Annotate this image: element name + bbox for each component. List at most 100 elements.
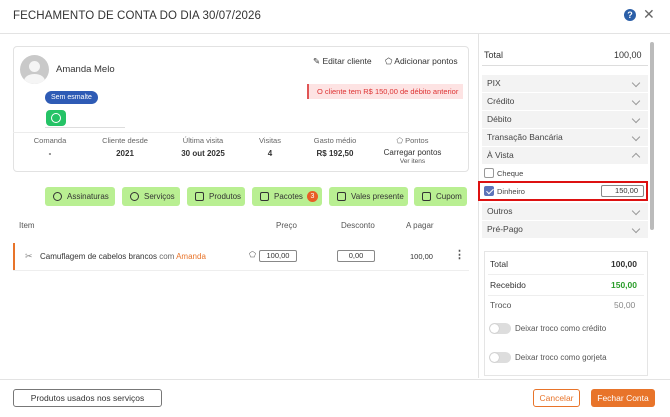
tag-icon: ⬠ [385, 56, 393, 66]
summary-total-value: 100,00 [611, 259, 637, 269]
chevron-down-icon [631, 78, 641, 88]
cheque-label: Cheque [497, 169, 524, 178]
payment-method-cash[interactable]: À Vista [482, 147, 648, 164]
cancel-button[interactable]: Cancelar [533, 389, 580, 407]
stat-comanda: Comanda - [25, 136, 75, 158]
service-name: Camuflagem de cabelos brancos [40, 252, 157, 261]
scissors-icon [130, 192, 139, 201]
summary-change-value: 50,00 [614, 300, 636, 310]
stat-label: Gasto médio [313, 136, 357, 145]
column-header-item: Item [19, 221, 35, 230]
stat-label: Comanda [33, 136, 67, 145]
add-points-label: Adicionar pontos [394, 56, 458, 66]
load-points-link[interactable]: Carregar pontos [375, 148, 450, 157]
price-tag-icon[interactable]: ⬠ [249, 250, 256, 259]
stat-visits: Visitas 4 [250, 136, 290, 158]
chevron-down-icon [631, 132, 641, 142]
stat-value: R$ 192,50 [316, 149, 354, 158]
category-packages-button[interactable]: Pacotes 3 [252, 187, 322, 206]
price-input[interactable]: 100,00 [259, 250, 297, 262]
avatar [20, 55, 49, 84]
bottle-icon [195, 192, 204, 201]
stat-value: 30 out 2025 [181, 149, 225, 158]
change-as-credit-toggle[interactable] [489, 323, 511, 334]
summary-divider [488, 274, 644, 275]
category-label: Assinaturas [67, 192, 109, 201]
close-account-button[interactable]: Fechar Conta [591, 389, 655, 407]
stat-label: Visitas [259, 136, 281, 145]
stat-value: - [48, 149, 52, 158]
help-icon[interactable]: ? [624, 9, 636, 21]
category-label: Produtos [209, 192, 242, 201]
modal-title: FECHAMENTO DE CONTA DO DIA 30/07/2026 [13, 10, 262, 22]
stat-points[interactable]: ⬠ Pontos Carregar pontos Ver itens [375, 136, 450, 165]
payment-method-others[interactable]: Outros [482, 203, 648, 220]
edit-client-label: Editar cliente [322, 56, 372, 66]
stat-value: 2021 [116, 149, 134, 158]
scissors-icon: ✂ [25, 251, 33, 261]
phone-underline [45, 127, 125, 128]
change-as-tip-toggle[interactable] [489, 352, 511, 363]
selected-option-highlight [478, 181, 648, 201]
ticket-icon [422, 192, 431, 201]
stat-last-visit: Última visita 30 out 2025 [172, 136, 234, 158]
row-divider [13, 270, 469, 271]
stat-average-spend: Gasto médio R$ 192,50 [305, 136, 365, 158]
item-description: Camuflagem de cabelos brancos com Amanda [40, 252, 206, 261]
check-circle-icon [53, 192, 62, 201]
category-gift-vouchers-button[interactable]: Vales presente [329, 187, 408, 206]
view-items-link[interactable]: Ver itens [375, 158, 450, 165]
scrollbar[interactable] [650, 42, 654, 230]
panel-divider [478, 33, 479, 378]
edit-client-button[interactable]: ✎ Editar cliente [313, 56, 372, 67]
summary-received-value: 150,00 [611, 280, 637, 290]
summary-received-label: Recebido [490, 280, 526, 290]
payment-method-bank-transfer[interactable]: Transação Bancária [482, 129, 648, 146]
category-services-button[interactable]: Serviços [122, 187, 180, 206]
cheque-checkbox[interactable] [484, 168, 494, 178]
category-label: Vales presente [351, 192, 404, 201]
debt-alert: O cliente tem R$ 150,00 de débito anteri… [307, 84, 463, 99]
column-header-to-pay: A pagar [406, 221, 434, 230]
category-subscriptions-button[interactable]: Assinaturas [45, 187, 115, 206]
with-connector: com [159, 252, 175, 261]
summary-change-label: Troco [490, 300, 512, 310]
close-icon[interactable]: ✕ [643, 7, 655, 21]
category-products-button[interactable]: Produtos [187, 187, 245, 206]
chevron-down-icon [631, 206, 641, 216]
column-header-price: Preço [276, 221, 297, 230]
add-points-button[interactable]: ⬠ Adicionar pontos [385, 56, 458, 67]
item-total: 100,00 [410, 252, 433, 261]
footer-divider [0, 379, 670, 380]
discount-input[interactable]: 0,00 [337, 250, 375, 262]
stat-label: Cliente desde [102, 136, 148, 145]
chevron-down-icon [631, 114, 641, 124]
chevron-up-icon [631, 152, 641, 162]
category-label: Pacotes [274, 192, 303, 201]
change-as-credit-label: Deixar troco como crédito [515, 324, 607, 333]
professional-name[interactable]: Amanda [176, 252, 206, 261]
header-divider [0, 33, 670, 34]
whatsapp-icon[interactable] [46, 110, 66, 126]
payment-method-prepaid[interactable]: Pré-Pago [482, 221, 648, 238]
products-used-button[interactable]: Produtos usados nos serviços [13, 389, 162, 407]
payment-method-pix[interactable]: PIX [482, 75, 648, 92]
client-name: Amanda Melo [56, 64, 115, 75]
category-coupon-button[interactable]: Cupom [414, 187, 467, 206]
gift-card-icon [337, 192, 346, 201]
package-icon [260, 192, 269, 201]
client-tag-badge: Sem esmalte [45, 91, 98, 104]
user-edit-icon: ✎ [313, 56, 321, 66]
stat-value: 4 [267, 149, 273, 158]
change-as-tip-label: Deixar troco como gorjeta [515, 353, 607, 362]
chevron-down-icon [631, 224, 641, 234]
payment-method-credit[interactable]: Crédito [482, 93, 648, 110]
payment-method-debit[interactable]: Débito [482, 111, 648, 128]
more-options-icon[interactable]: ⋮ [454, 248, 465, 261]
total-divider [482, 65, 648, 66]
stats-divider [13, 132, 469, 133]
stat-label: Última visita [182, 136, 224, 145]
summary-total-label: Total [490, 259, 508, 269]
payment-total-value: 100,00 [614, 50, 642, 60]
payment-total-label: Total [484, 50, 504, 60]
